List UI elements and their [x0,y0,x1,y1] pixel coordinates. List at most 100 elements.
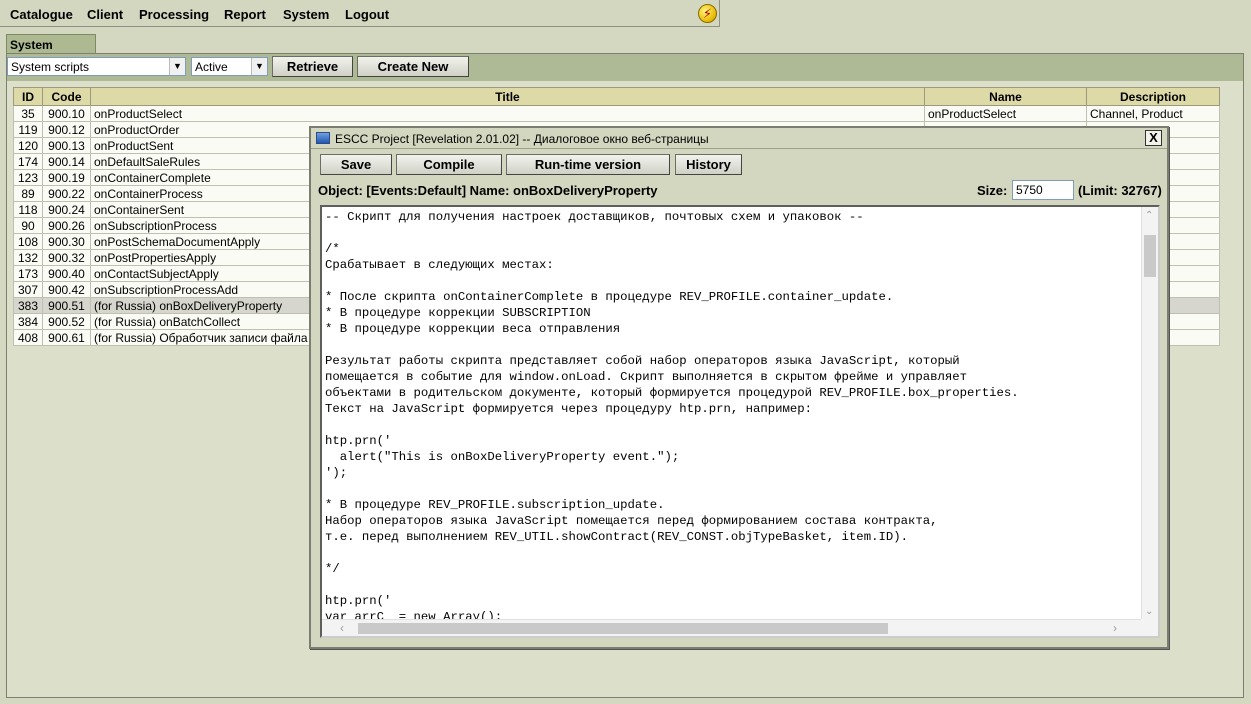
cell-id: 408 [13,329,43,346]
vertical-scrollbar[interactable]: ⌃ ⌄ [1141,207,1158,620]
menu-system[interactable]: System [283,7,329,22]
object-info: Object: [Events:Default] Name: onBoxDeli… [318,183,658,198]
menu-catalogue[interactable]: Catalogue [10,7,73,22]
horizontal-scrollbar[interactable]: ‹ › [322,619,1141,636]
cell-code: 900.24 [42,201,91,218]
gallery-toolbar: System scripts ▼ Active ▼ Retrieve Creat… [7,54,1243,81]
script-line: * После скрипта onContainerComplete в пр… [325,290,894,304]
cell-code: 900.42 [42,281,91,298]
lightning-icon[interactable]: ⚡ [698,4,717,23]
cell-id: 119 [13,121,43,138]
cell-description: Channel, Product [1086,105,1220,122]
script-line [325,577,1019,593]
cell-code: 900.51 [42,297,91,314]
cell-code: 900.26 [42,217,91,234]
script-line: т.е. перед выполнением REV_UTIL.showCont… [325,530,908,544]
script-line [325,417,1019,433]
cell-id: 108 [13,233,43,250]
cell-id: 174 [13,153,43,170]
cell-id: 120 [13,137,43,154]
script-editor-dialog: ESCC Project [Revelation 2.01.02] -- Диа… [309,126,1169,649]
cell-code: 900.40 [42,265,91,282]
chevron-right-icon[interactable]: › [1113,621,1117,635]
menu-client[interactable]: Client [87,7,123,22]
script-line: объектами в родительском документе, кото… [325,386,1019,400]
script-line: Срабатывает в следующих местах: [325,258,554,272]
save-button[interactable]: Save [320,154,392,175]
script-line: * В процедуре коррекции SUBSCRIPTION [325,306,591,320]
script-line: помещается в событие для window.onLoad. … [325,370,968,384]
scrollbar-thumb[interactable] [1144,235,1156,277]
script-editor[interactable]: -- Скрипт для получения настроек доставщ… [320,205,1160,638]
chevron-down-icon: ▼ [169,58,185,75]
menu-bar: Catalogue Client Processing Report Syste… [0,0,720,27]
create-new-button[interactable]: Create New [357,56,469,77]
script-line: Текст на JavaScript формируется через пр… [325,402,813,416]
script-line: htp.prn(' [325,434,392,448]
cell-code: 900.19 [42,169,91,186]
column-header-title[interactable]: Title [90,87,925,106]
table-header-row: ID Code Title Name Description [13,87,1220,106]
dialog-title: ESCC Project [Revelation 2.01.02] -- Диа… [335,132,709,146]
script-line: alert("This is onBoxDeliveryProperty eve… [325,450,680,464]
script-line: -- Скрипт для получения настроек доставщ… [325,210,864,224]
cell-code: 900.30 [42,233,91,250]
script-text[interactable]: -- Скрипт для получения настроек доставщ… [325,209,1019,625]
scrollbar-thumb[interactable] [358,623,888,634]
script-line: Набор операторов языка JavaScript помеща… [325,514,938,528]
scrollbar-corner [1141,619,1158,636]
cell-id: 123 [13,169,43,186]
runtime-version-button[interactable]: Run-time version [506,154,670,175]
cell-code: 900.22 [42,185,91,202]
menu-report[interactable]: Report [224,7,266,22]
chevron-left-icon[interactable]: ‹ [340,621,344,635]
cell-id: 89 [13,185,43,202]
window-icon [316,132,330,144]
script-line [325,337,1019,353]
close-button[interactable]: X [1145,130,1162,146]
cell-id: 35 [13,105,43,122]
limit-label: (Limit: 32767) [1078,183,1162,198]
cell-code: 900.13 [42,137,91,154]
tab-system-gallery[interactable]: System Gallery [6,34,96,66]
size-field[interactable]: 5750 [1012,180,1074,200]
cell-id: 118 [13,201,43,218]
chevron-up-icon[interactable]: ⌃ [1145,210,1153,221]
cell-id: 132 [13,249,43,266]
cell-id: 307 [13,281,43,298]
cell-code: 900.52 [42,313,91,330]
retrieve-button[interactable]: Retrieve [272,56,353,77]
cell-code: 900.61 [42,329,91,346]
column-header-code[interactable]: Code [42,87,91,106]
script-line: /* [325,242,340,256]
cell-code: 900.12 [42,121,91,138]
cell-code: 900.10 [42,105,91,122]
cell-id: 383 [13,297,43,314]
cell-code: 900.32 [42,249,91,266]
cell-title: onProductSelect [90,105,925,122]
script-type-select[interactable]: System scripts ▼ [7,57,186,76]
compile-button[interactable]: Compile [396,154,502,175]
column-header-description[interactable]: Description [1086,87,1220,106]
history-button[interactable]: History [675,154,742,175]
chevron-down-icon: ▼ [251,58,267,75]
menu-logout[interactable]: Logout [345,7,389,22]
cell-id: 90 [13,217,43,234]
chevron-down-icon[interactable]: ⌄ [1145,606,1153,617]
cell-code: 900.14 [42,153,91,170]
script-line: * В процедуре REV_PROFILE.subscription_u… [325,498,665,512]
menu-processing[interactable]: Processing [139,7,209,22]
dialog-titlebar: ESCC Project [Revelation 2.01.02] -- Диа… [311,128,1167,149]
column-header-name[interactable]: Name [924,87,1087,106]
status-value: Active [195,60,228,74]
cell-name: onProductSelect [924,105,1087,122]
script-line: * В процедуре коррекции веса отправления [325,322,621,336]
script-line: Результат работы скрипта представляет со… [325,354,960,368]
status-select[interactable]: Active ▼ [191,57,268,76]
cell-id: 173 [13,265,43,282]
column-header-id[interactable]: ID [13,87,43,106]
size-label: Size: [977,183,1008,198]
table-row[interactable]: 35 900.10 onProductSelect onProductSelect Ch… [13,105,1220,122]
script-line [325,225,1019,241]
cell-id: 384 [13,313,43,330]
